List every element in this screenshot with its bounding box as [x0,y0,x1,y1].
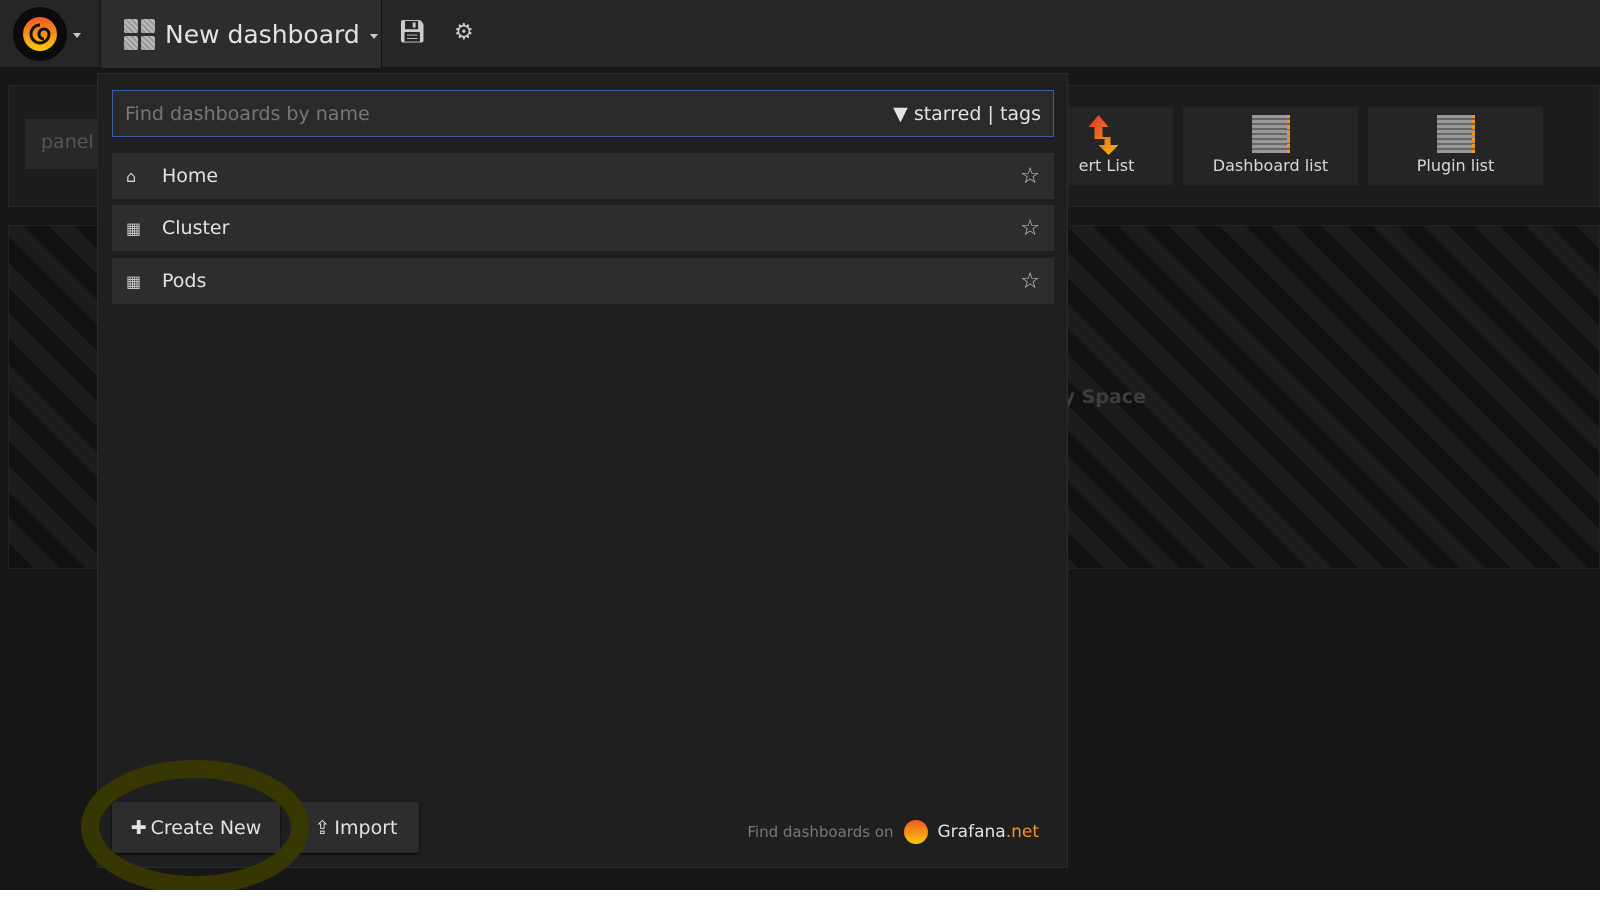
dashboard-name: Cluster [162,217,230,239]
save-icon[interactable]: 💾︎ [398,20,426,45]
upload-icon: ⇪ [314,816,331,839]
tile-label: Plugin list [1416,156,1495,175]
grafana-net-brand: Grafana.net [937,822,1040,842]
list-icon [1251,115,1290,153]
import-button[interactable]: ⇪ Import [293,802,419,853]
grafana-logo-icon [13,7,67,61]
highlight-annotation [81,760,309,894]
grafana-net-logo-icon [903,820,928,844]
list-icon [1436,115,1475,153]
import-label: Import [334,816,398,839]
home-icon: ⌂ [126,166,137,186]
dashboard-list-item[interactable]: ▦ Pods ☆ [112,258,1054,304]
search-filters: ▼ starred | tags [893,103,1041,125]
star-icon[interactable]: ☆ [1020,164,1040,189]
dashboard-title: New dashboard [165,19,360,49]
star-icon[interactable]: ☆ [1020,269,1040,294]
panel-tile-plugin-list[interactable]: Plugin list [1368,107,1543,185]
dashboard-search-dropdown: ▼ starred | tags ⌂ Home ☆ ▦ Cluster ☆ ▦ … [97,73,1068,868]
filter-icon: ▼ [893,102,908,125]
chevron-down-icon [73,33,81,38]
gear-icon[interactable]: ⚙ [454,20,474,45]
dashboard-grid-icon [124,18,155,50]
filter-separator: | [987,102,994,125]
filter-starred[interactable]: starred [914,103,982,125]
chevron-down-icon [369,33,378,39]
star-icon[interactable]: ☆ [1020,216,1040,241]
alert-list-icon [1088,115,1119,155]
panel-tile-dashboard-list[interactable]: Dashboard list [1183,107,1358,185]
footer-text: Find dashboards on [747,823,894,841]
search-input[interactable] [125,102,894,125]
page-bottom-edge [0,890,1600,913]
grafana-net-link[interactable]: Find dashboards on Grafana.net [747,820,1039,844]
dashboard-list-item[interactable]: ▦ Cluster ☆ [112,205,1054,251]
dashboard-picker-button[interactable]: New dashboard [102,0,382,68]
grid-icon: ▦ [126,218,142,238]
dashboard-name: Pods [162,270,207,292]
tile-label: Dashboard list [1212,156,1329,175]
dashboard-name: Home [162,165,219,187]
top-navbar: New dashboard 💾︎ ⚙ [0,0,1600,68]
dashboard-list-item[interactable]: ⌂ Home ☆ [112,153,1054,199]
grafana-menu-button[interactable] [0,0,100,68]
search-box: ▼ starred | tags [112,90,1054,137]
filter-tags[interactable]: tags [1000,103,1041,125]
grid-icon: ▦ [126,271,142,291]
